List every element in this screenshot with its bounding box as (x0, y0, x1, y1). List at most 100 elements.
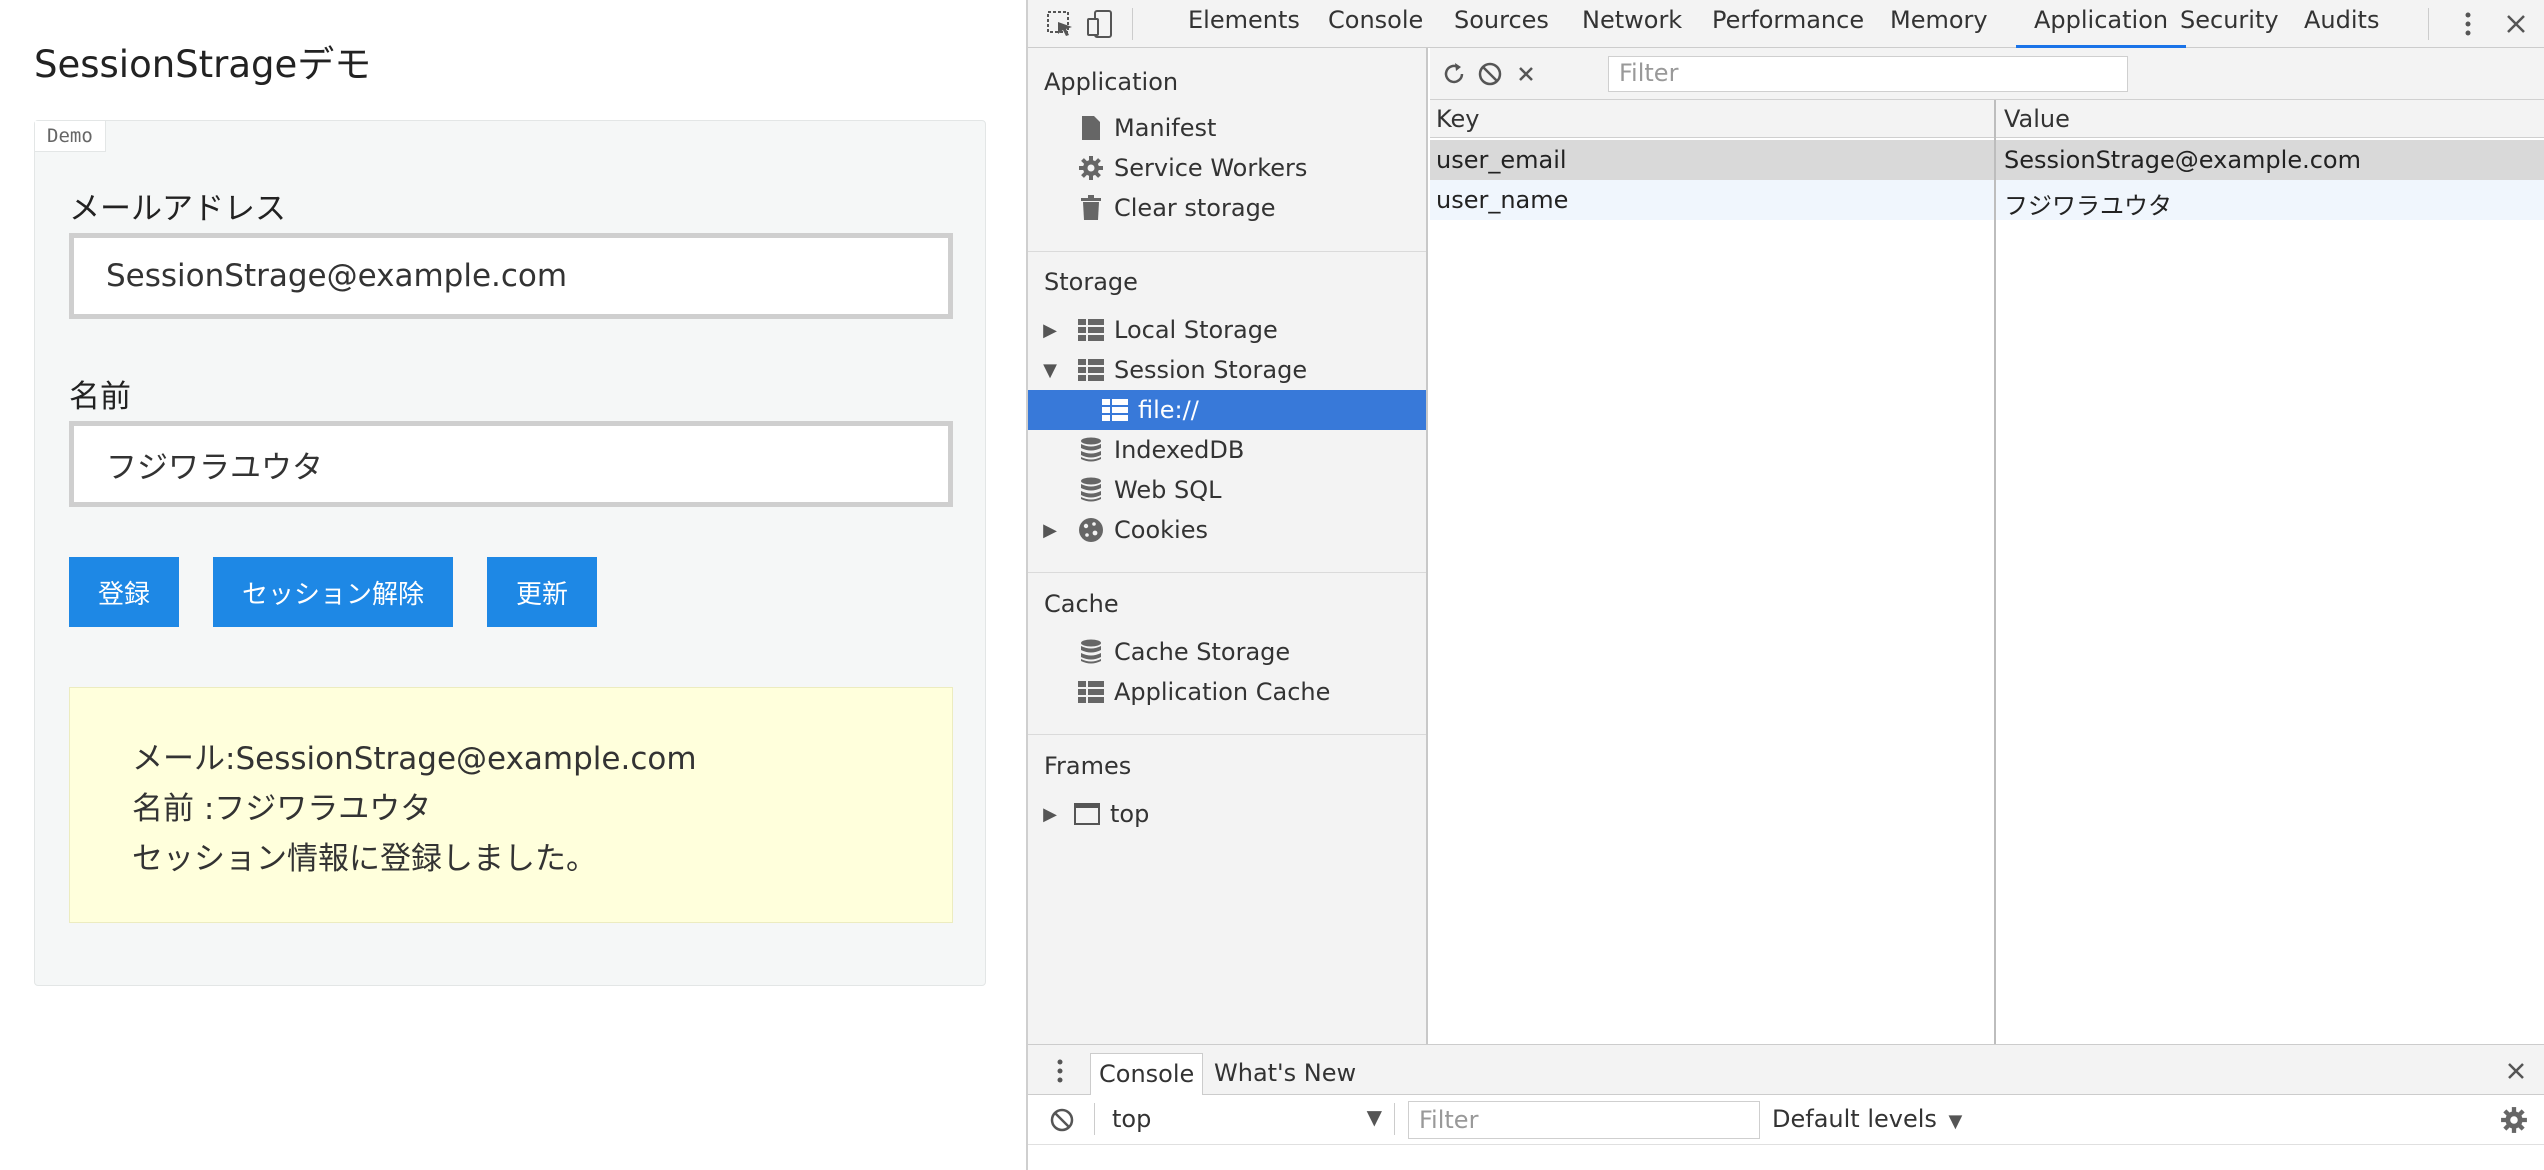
sidebar-item-label: Application Cache (1114, 678, 1331, 706)
tab-audits[interactable]: Audits (2302, 0, 2381, 48)
more-options-icon[interactable] (2450, 6, 2486, 42)
table-header: Key Value (1430, 100, 2544, 138)
sidebar-item-application-cache[interactable]: Application Cache (1028, 672, 1426, 712)
session-clear-button[interactable]: セッション解除 (213, 557, 453, 627)
section-divider (1028, 734, 1426, 735)
sidebar-item-frame-top[interactable]: ▶ top (1028, 794, 1426, 834)
table-icon (1076, 315, 1106, 345)
tab-security[interactable]: Security (2178, 0, 2281, 48)
clear-all-icon[interactable] (1472, 56, 1508, 92)
tab-memory[interactable]: Memory (1888, 0, 1990, 48)
toolbar-divider (2428, 8, 2429, 40)
tab-performance[interactable]: Performance (1710, 0, 1866, 48)
sidebar-item-file-origin[interactable]: file:// (1028, 390, 1426, 430)
devtools-panel: Elements Console Sources Network Perform… (1026, 0, 2544, 1170)
result-status-line: セッション情報に登録しました。 (132, 841, 597, 877)
result-email-line: メール:SessionStrage@example.com (132, 741, 697, 777)
section-application: Application (1044, 68, 1179, 96)
email-field[interactable]: SessionStrage@example.com (69, 233, 953, 319)
section-frames: Frames (1044, 752, 1132, 780)
sidebar-item-indexeddb[interactable]: IndexedDB (1028, 430, 1426, 470)
section-storage: Storage (1044, 268, 1138, 296)
sidebar-item-label: Session Storage (1114, 356, 1308, 384)
inspect-element-icon[interactable] (1042, 6, 1078, 42)
row-value: SessionStrage@example.com (2004, 146, 2361, 174)
console-drawer: Console What's New top ▼ Filter Default … (1028, 1044, 2544, 1170)
device-toolbar-icon[interactable] (1082, 6, 1118, 42)
sidebar-item-web-sql[interactable]: Web SQL (1028, 470, 1426, 510)
context-select[interactable]: top ▼ (1112, 1101, 1382, 1139)
tab-network[interactable]: Network (1580, 0, 1684, 48)
drawer-tab-whats-new[interactable]: What's New (1206, 1053, 1364, 1095)
close-drawer-icon[interactable] (2498, 1053, 2534, 1089)
sidebar-item-cookies[interactable]: ▶ Cookies (1028, 510, 1426, 550)
demo-tag: Demo (35, 121, 106, 152)
drawer-tab-console[interactable]: Console (1090, 1053, 1204, 1095)
frame-window-icon (1072, 799, 1102, 829)
column-divider[interactable] (1994, 100, 1996, 1044)
refresh-button[interactable]: 更新 (487, 557, 597, 627)
row-key: user_email (1436, 146, 1567, 174)
drawer-menu-icon[interactable] (1042, 1053, 1078, 1089)
application-sidebar: Application Manifest Service Workers Cle… (1028, 48, 1428, 1044)
row-key: user_name (1436, 186, 1569, 214)
sidebar-item-manifest[interactable]: Manifest (1028, 108, 1426, 148)
sidebar-item-cache-storage[interactable]: Cache Storage (1028, 632, 1426, 672)
storage-toolbar: Filter (1430, 48, 2544, 100)
sidebar-item-label: top (1110, 800, 1150, 828)
tab-application[interactable]: Application (2016, 0, 2187, 48)
tab-sources[interactable]: Sources (1452, 0, 1551, 48)
collapse-arrow-icon[interactable]: ▼ (1040, 360, 1060, 381)
delete-selected-icon[interactable] (1508, 56, 1544, 92)
document-icon (1076, 113, 1106, 143)
tab-elements[interactable]: Elements (1186, 0, 1302, 48)
sidebar-item-label: file:// (1138, 396, 1199, 424)
email-label: メールアドレス (69, 191, 286, 227)
console-filter-input[interactable]: Filter (1408, 1101, 1760, 1139)
tab-console[interactable]: Console (1326, 0, 1425, 48)
sidebar-item-service-workers[interactable]: Service Workers (1028, 148, 1426, 188)
expand-arrow-icon[interactable]: ▶ (1040, 520, 1060, 541)
demo-panel: Demo メールアドレス SessionStrage@example.com 名… (34, 120, 986, 986)
log-levels-label: Default levels (1772, 1105, 1937, 1133)
sidebar-item-label: Cookies (1114, 516, 1208, 544)
sidebar-item-clear-storage[interactable]: Clear storage (1028, 188, 1426, 228)
name-label: 名前 (69, 379, 131, 415)
expand-arrow-icon[interactable]: ▶ (1040, 320, 1060, 341)
dropdown-arrow-icon: ▼ (1948, 1111, 1963, 1132)
log-levels-select[interactable]: Default levels ▼ (1772, 1101, 1962, 1137)
sidebar-item-label: IndexedDB (1114, 436, 1245, 464)
toolbar-divider (1394, 1103, 1395, 1135)
clear-console-icon[interactable] (1044, 1102, 1080, 1138)
drawer-tabbar: Console What's New (1028, 1045, 2544, 1095)
sidebar-item-local-storage[interactable]: ▶ Local Storage (1028, 310, 1426, 350)
close-devtools-icon[interactable] (2498, 6, 2534, 42)
sidebar-item-session-storage[interactable]: ▼ Session Storage (1028, 350, 1426, 390)
web-page: SessionStrageデモ Demo メールアドレス SessionStra… (0, 0, 1026, 1170)
page-title: SessionStrageデモ (34, 43, 372, 86)
section-divider (1028, 251, 1426, 252)
table-row[interactable]: user_name フジワラユウタ (1430, 180, 2544, 220)
sidebar-item-label: Clear storage (1114, 194, 1276, 222)
devtools-tabbar: Elements Console Sources Network Perform… (1028, 0, 2544, 48)
column-header-value[interactable]: Value (2004, 105, 2070, 133)
storage-filter-input[interactable]: Filter (1608, 56, 2128, 92)
sidebar-item-label: Cache Storage (1114, 638, 1291, 666)
name-field[interactable]: フジワラユウタ (69, 421, 953, 507)
column-header-key[interactable]: Key (1436, 105, 1480, 133)
register-button[interactable]: 登録 (69, 557, 179, 627)
context-value: top (1112, 1105, 1152, 1133)
row-value: フジワラユウタ (2004, 192, 2172, 220)
database-icon (1076, 435, 1106, 465)
section-divider (1028, 572, 1426, 573)
refresh-icon[interactable] (1436, 56, 1472, 92)
table-icon (1100, 395, 1130, 425)
expand-arrow-icon[interactable]: ▶ (1040, 804, 1060, 825)
table-row[interactable]: user_email SessionStrage@example.com (1430, 140, 2544, 180)
console-toolbar: top ▼ Filter Default levels ▼ (1028, 1095, 2544, 1145)
gear-icon (1076, 153, 1106, 183)
toolbar-divider (1094, 1103, 1095, 1135)
sidebar-item-label: Service Workers (1114, 154, 1308, 182)
console-settings-gear-icon[interactable] (2496, 1102, 2532, 1138)
toolbar-divider (1132, 8, 1133, 40)
